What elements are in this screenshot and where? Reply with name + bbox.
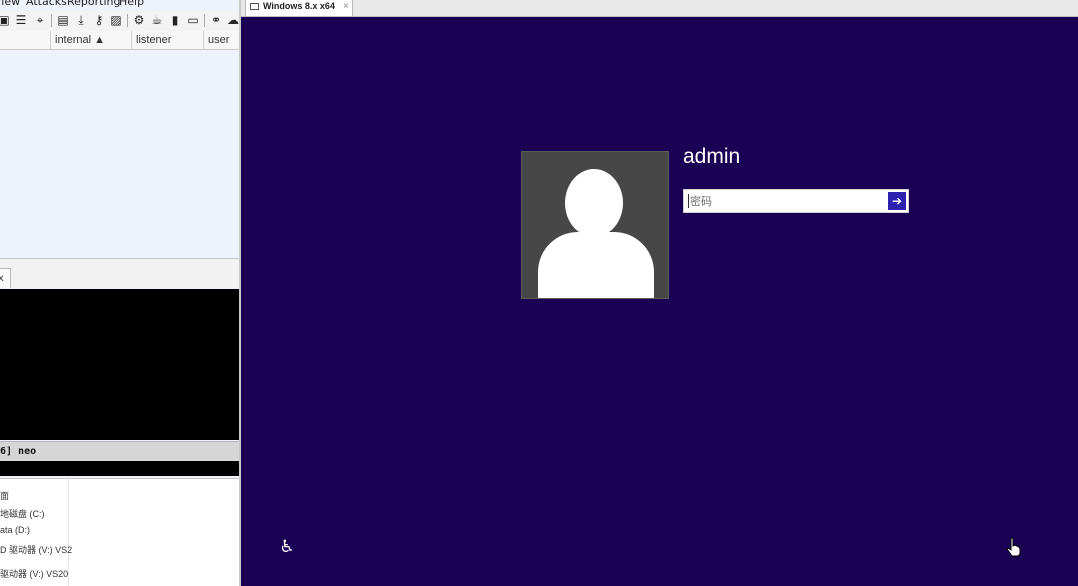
menu-reporting[interactable]: Reporting — [67, 0, 120, 8]
table-header: internal ▲ listener user — [0, 31, 239, 50]
download-icon[interactable]: ⤓ — [74, 13, 88, 27]
console-status-bar: 6] neo — [0, 441, 239, 461]
text-caret — [688, 194, 689, 208]
user-avatar — [521, 151, 669, 299]
terminal-icon[interactable]: ▭ — [186, 13, 200, 27]
user-name: admin — [683, 145, 741, 168]
console-command-input[interactable] — [0, 461, 239, 476]
console-output[interactable] — [0, 289, 239, 440]
column-header-user[interactable]: user — [204, 31, 239, 49]
menu-help[interactable]: Help — [119, 0, 144, 8]
column-header-internal[interactable]: internal ▲ — [51, 31, 132, 49]
explorer-item-drive-v1[interactable]: D 驱动器 (V:) VS2 — [0, 543, 72, 556]
password-box: ➔ — [683, 189, 909, 213]
avatar-head-shape — [565, 169, 623, 237]
submit-arrow-button[interactable]: ➔ — [888, 192, 906, 210]
list-icon[interactable]: ☰ — [14, 13, 28, 27]
explorer-item-drive-d[interactable]: ata (D:) — [0, 525, 30, 535]
vm-monitor-icon — [250, 3, 259, 10]
link-icon[interactable]: ⚭ — [209, 13, 223, 27]
ease-of-access-icon[interactable]: ♿︎ — [277, 537, 297, 557]
image-card-icon[interactable]: ▤ — [56, 13, 70, 27]
windows-lock-screen: admin ➔ ♿︎ — [241, 17, 1078, 586]
host-application: View Attacks Reporting Help ▣ ☰ ⌖ ▤ ⤓ ⚷ … — [0, 0, 239, 586]
menu-view[interactable]: View — [0, 0, 20, 8]
vm-window: Windows 8.x x64 × admin ➔ ♿︎ — [239, 0, 1078, 586]
vm-tab-title: Windows 8.x x64 — [263, 1, 335, 11]
document-icon[interactable]: ▮ — [168, 13, 182, 27]
console-tab-close-button[interactable]: x — [0, 268, 11, 288]
explorer-item-desktop[interactable]: 面 — [0, 489, 9, 502]
menu-attacks[interactable]: Attacks — [26, 0, 67, 8]
explorer-item-drive-c[interactable]: 地磁盘 (C:) — [0, 507, 45, 520]
file-explorer-pane: 面 地磁盘 (C:) ata (D:) D 驱动器 (V:) VS2 驱动器 (… — [0, 478, 239, 586]
vm-tab-bar: Windows 8.x x64 × — [241, 0, 1078, 17]
toolbar: ▣ ☰ ⌖ ▤ ⤓ ⚷ ▨ ⚙ ☕ ▮ ▭ ⚭ ☁ — [0, 11, 239, 32]
picture-icon[interactable]: ▨ — [109, 13, 123, 27]
column-header-blank[interactable] — [0, 31, 51, 49]
vm-tab[interactable]: Windows 8.x x64 × — [245, 0, 353, 16]
menu-bar: View Attacks Reporting Help — [0, 0, 239, 8]
arrow-right-icon: ➔ — [891, 194, 903, 208]
coffee-icon[interactable]: ☕ — [150, 13, 164, 27]
console-tab-strip: x — [0, 266, 239, 288]
explorer-item-drive-v2[interactable]: 驱动器 (V:) VS20 — [0, 567, 68, 580]
hand-cursor-icon — [1006, 537, 1021, 557]
crosshair-icon[interactable]: ⌖ — [33, 13, 47, 27]
gear-icon[interactable]: ⚙ — [132, 13, 146, 27]
vm-tab-close-icon[interactable]: × — [343, 0, 349, 14]
key-icon[interactable]: ⚷ — [92, 13, 106, 27]
column-header-listener[interactable]: listener — [132, 31, 204, 49]
screenshot-icon[interactable]: ▣ — [0, 13, 11, 27]
sessions-table-body[interactable] — [0, 50, 239, 258]
avatar-body-shape — [538, 232, 654, 298]
status-text: 6] neo — [0, 446, 37, 457]
password-input[interactable] — [684, 190, 888, 212]
cloud-icon[interactable]: ☁ — [226, 13, 239, 27]
